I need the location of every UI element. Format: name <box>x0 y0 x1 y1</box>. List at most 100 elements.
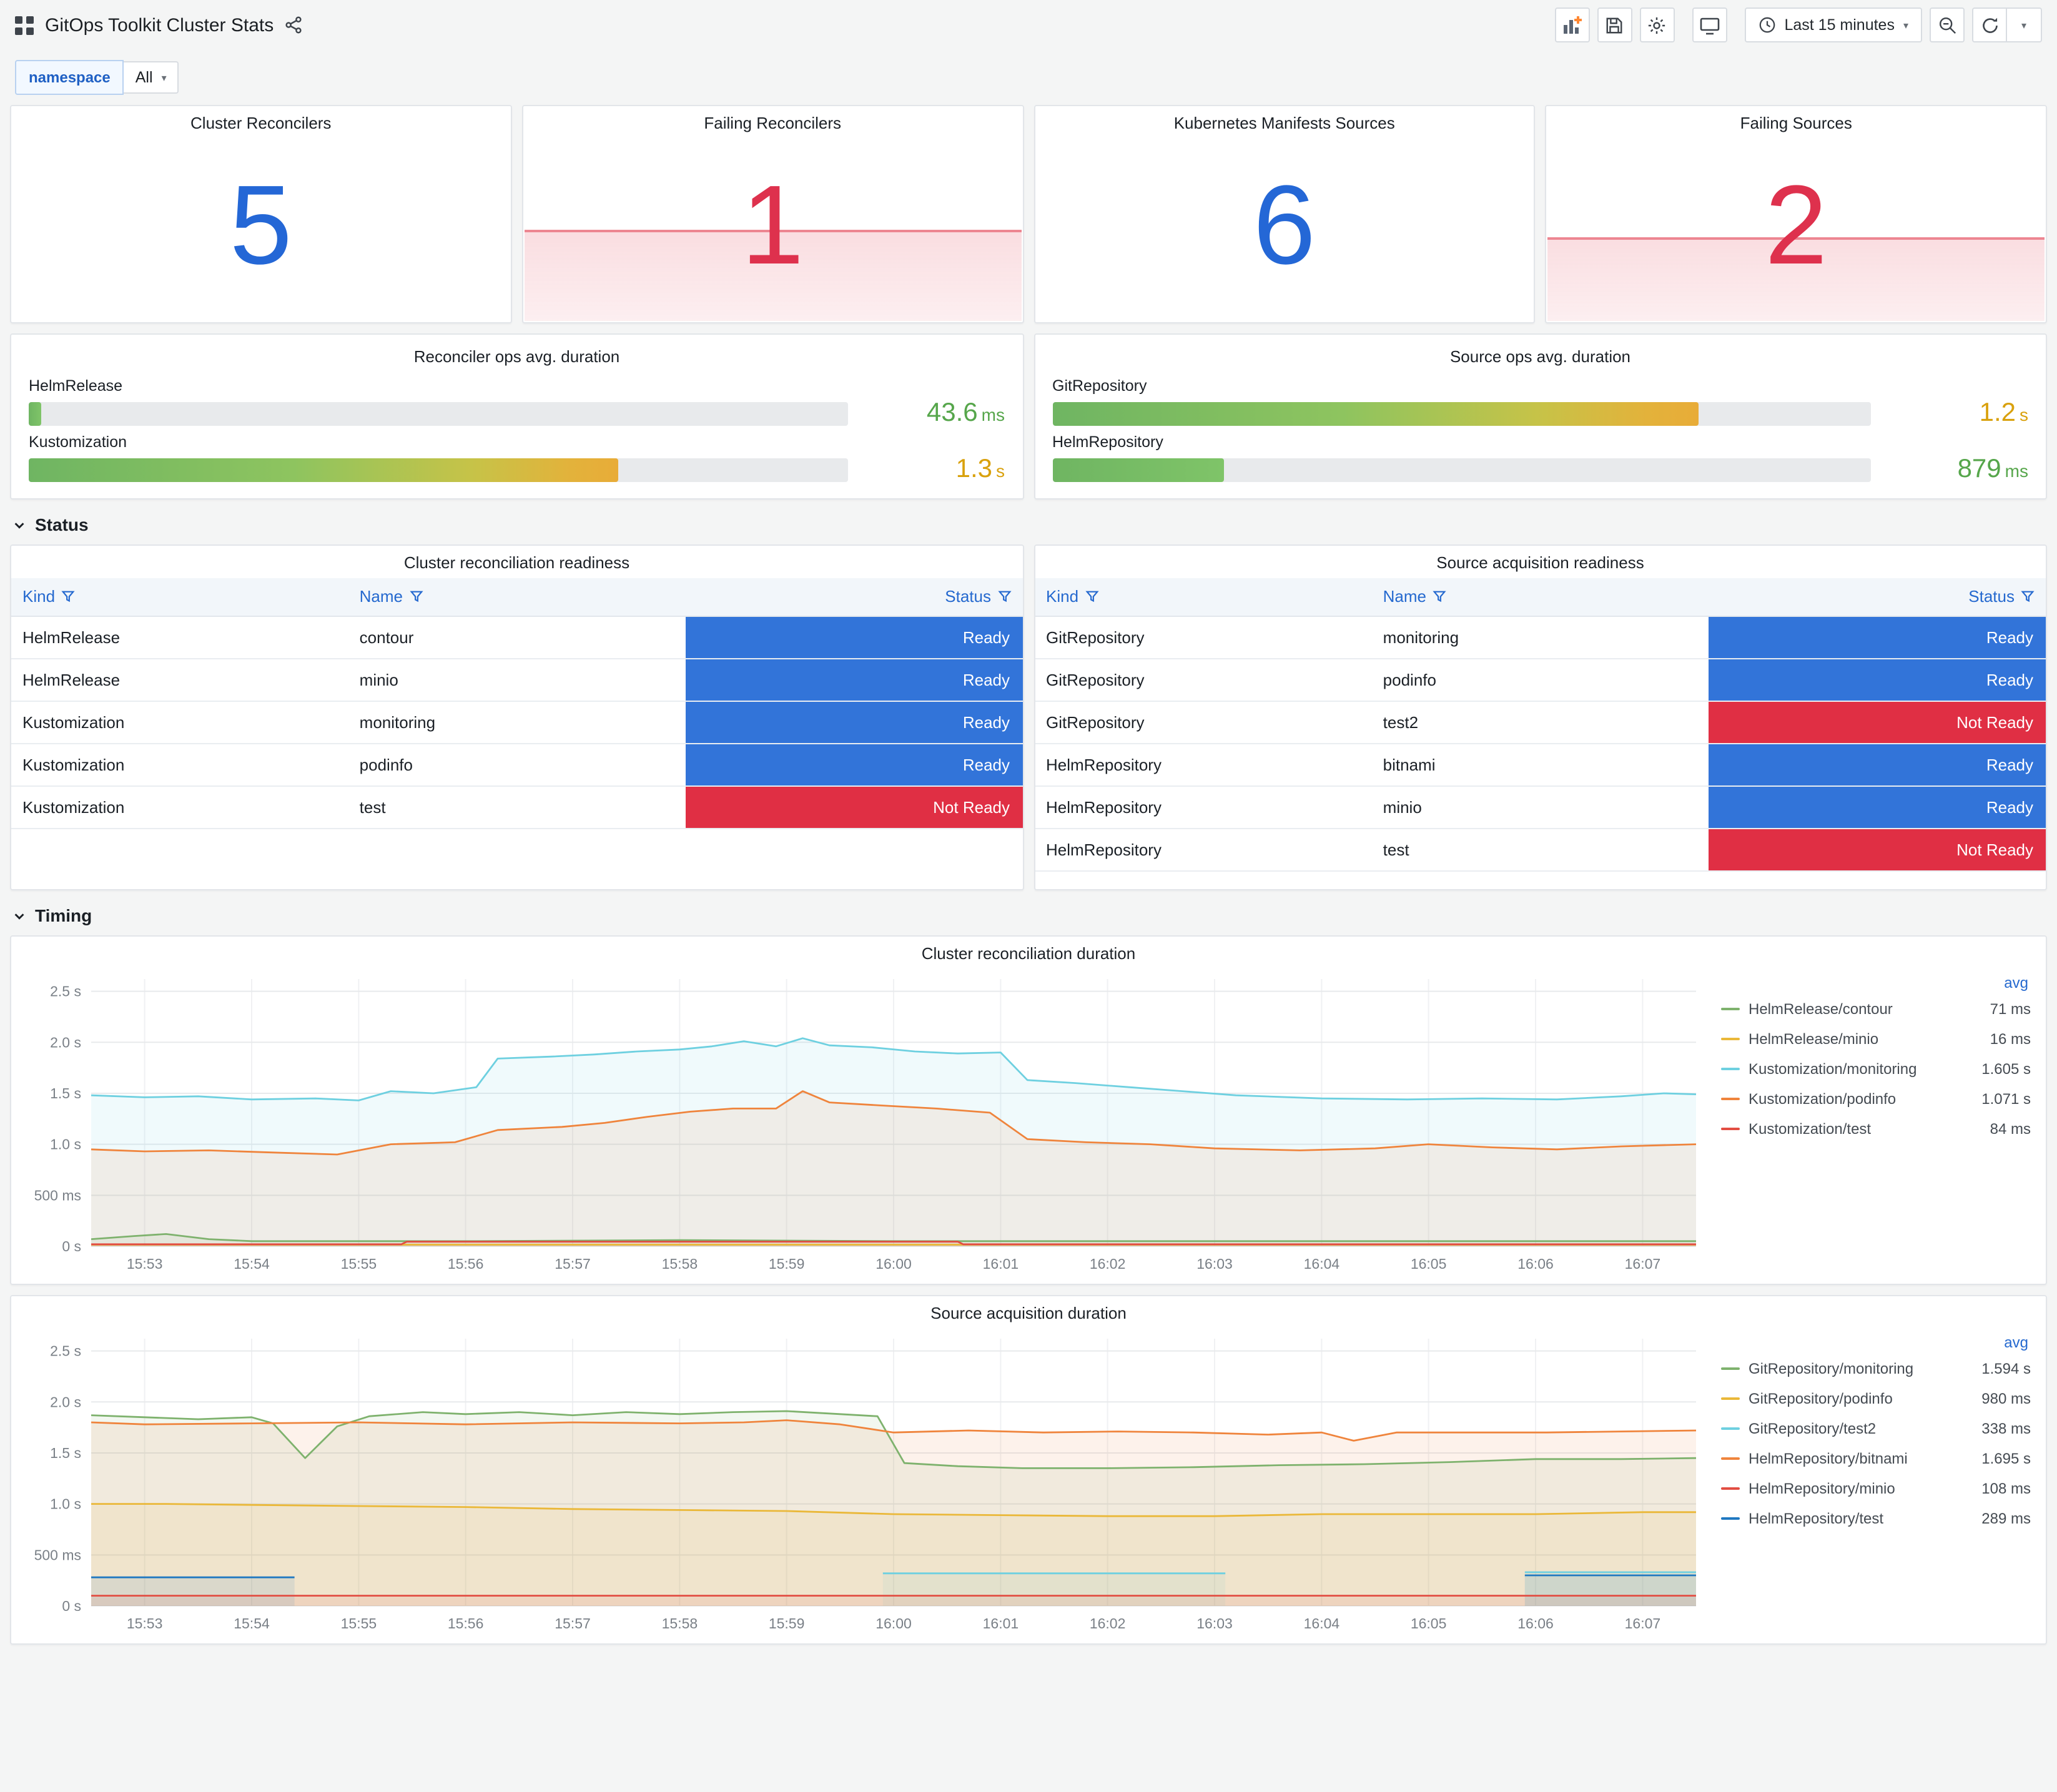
filter-funnel-icon[interactable] <box>409 590 423 604</box>
section-status[interactable]: Status <box>10 510 2047 534</box>
section-timing-label: Timing <box>35 905 92 925</box>
gauge-fill <box>29 401 42 425</box>
svg-text:15:57: 15:57 <box>555 1256 591 1272</box>
stat-value: 5 <box>229 163 292 288</box>
svg-text:15:58: 15:58 <box>662 1615 698 1632</box>
svg-text:15:58: 15:58 <box>662 1256 698 1272</box>
dashboard-settings-button[interactable] <box>1639 7 1675 42</box>
gauge-value: 1.2 s <box>1888 398 2028 428</box>
time-range-picker[interactable]: Last 15 minutes ▾ <box>1744 7 1922 42</box>
filter-funnel-icon[interactable] <box>997 590 1011 604</box>
column-header-kind[interactable]: Kind <box>11 578 348 616</box>
legend-item[interactable]: Kustomization/podinfo 1.071 s <box>1721 1084 2031 1114</box>
legend-series-swatch <box>1721 1427 1740 1430</box>
refresh-button[interactable] <box>1972 7 2007 42</box>
legend-item[interactable]: Kustomization/monitoring 1.605 s <box>1721 1054 2031 1084</box>
cell-name: bitnami <box>1383 755 1436 774</box>
refresh-interval-dropdown[interactable]: ▾ <box>2007 7 2042 42</box>
legend-item[interactable]: GitRepository/monitoring 1.594 s <box>1721 1354 2031 1384</box>
cell-name: podinfo <box>1383 670 1436 689</box>
legend-series-swatch <box>1721 1008 1740 1010</box>
cell-kind: Kustomization <box>22 712 125 731</box>
legend-item[interactable]: HelmRepository/test 289 ms <box>1721 1504 2031 1534</box>
time-series-panel: Cluster reconciliation duration 0 s 500 ms… <box>10 935 2047 1285</box>
legend-series-name: GitRepository/test2 <box>1749 1420 1877 1437</box>
legend-series-avg: 1.071 s <box>1981 1090 2031 1108</box>
zoom-out-time-button[interactable] <box>1930 7 1965 42</box>
filter-funnel-icon[interactable] <box>1085 590 1098 604</box>
chevron-down-icon <box>14 913 24 919</box>
legend-item[interactable]: HelmRelease/minio 16 ms <box>1721 1024 2031 1054</box>
legend-series-avg: 84 ms <box>1990 1120 2031 1138</box>
legend-item[interactable]: HelmRepository/bitnami 1.695 s <box>1721 1444 2031 1474</box>
legend-item[interactable]: GitRepository/test2 338 ms <box>1721 1414 2031 1444</box>
gauge-track <box>1052 401 1871 425</box>
panel-title[interactable]: Cluster reconciliation readiness <box>11 546 1022 578</box>
refresh-icon <box>1982 17 1997 32</box>
svg-text:15:59: 15:59 <box>769 1256 805 1272</box>
variable-namespace-value[interactable]: All ▾ <box>124 61 179 94</box>
share-icon[interactable] <box>285 16 302 34</box>
legend-series-name: Kustomization/test <box>1749 1120 1872 1138</box>
cycle-view-button[interactable] <box>1692 7 1727 42</box>
legend-item[interactable]: HelmRepository/minio 108 ms <box>1721 1474 2031 1504</box>
column-header-label: Name <box>1383 587 1427 606</box>
stats-row: Cluster Reconcilers 5 Failing Reconcilers 1… <box>10 105 2047 323</box>
add-panel-icon <box>1563 16 1582 34</box>
save-icon <box>1607 17 1622 33</box>
cell-kind: Kustomization <box>22 755 125 774</box>
legend-series-avg: 338 ms <box>1981 1420 2031 1437</box>
cell-kind: Kustomization <box>22 797 125 816</box>
save-dashboard-button[interactable] <box>1597 7 1632 42</box>
dashboards-grid-icon[interactable] <box>15 16 34 34</box>
legend-series-name: Kustomization/monitoring <box>1749 1060 1917 1078</box>
column-header-name[interactable]: Name <box>1371 578 1709 616</box>
panel-title[interactable]: Source acquisition duration <box>11 1296 2046 1329</box>
column-header-name[interactable]: Name <box>348 578 686 616</box>
add-panel-button[interactable] <box>1554 7 1590 42</box>
table-panel: Cluster reconciliation readiness Kind Name… <box>10 544 1024 890</box>
gauge-track <box>29 401 847 425</box>
svg-text:1.0 s: 1.0 s <box>50 1136 81 1153</box>
legend-series-name: HelmRepository/test <box>1749 1510 1884 1527</box>
time-series-plot[interactable]: 0 s 500 ms 1.0 s 1.5 s 2.0 s 2.5 s 15:53 15:54 1… <box>21 1329 1714 1636</box>
cell-name: monitoring <box>1383 628 1459 646</box>
panel-title[interactable]: Cluster reconciliation duration <box>11 937 2046 969</box>
svg-text:16:02: 16:02 <box>1090 1256 1126 1272</box>
legend-item[interactable]: Kustomization/test 84 ms <box>1721 1114 2031 1144</box>
section-timing[interactable]: Timing <box>10 900 2047 925</box>
time-range-label: Last 15 minutes <box>1784 16 1895 34</box>
svg-text:16:06: 16:06 <box>1517 1256 1554 1272</box>
filter-funnel-icon[interactable] <box>2021 590 2035 604</box>
status-badge: Ready <box>685 744 1022 785</box>
cell-kind: GitRepository <box>1046 712 1145 731</box>
svg-text:2.0 s: 2.0 s <box>50 1394 81 1410</box>
panel-title[interactable]: Source acquisition readiness <box>1035 546 2046 578</box>
legend-series-avg: 1.594 s <box>1981 1360 2031 1377</box>
panel-title[interactable]: Source ops avg. duration <box>1052 340 2028 372</box>
table-row: GitRepository podinfo Ready <box>1035 658 2046 701</box>
table-header-row: Kind Name Status <box>1035 578 2046 616</box>
column-header-label: Status <box>1968 587 2015 606</box>
column-header-kind[interactable]: Kind <box>1035 578 1372 616</box>
filter-funnel-icon[interactable] <box>1433 590 1446 604</box>
svg-text:16:00: 16:00 <box>876 1256 912 1272</box>
time-series-plot[interactable]: 0 s 500 ms 1.0 s 1.5 s 2.0 s 2.5 s 15:53 15:54 1… <box>21 969 1714 1276</box>
legend-avg-header: avg <box>2004 974 2028 992</box>
stat-panel: Cluster Reconcilers 5 <box>10 105 512 323</box>
panel-title[interactable]: Reconciler ops avg. duration <box>29 340 1005 372</box>
column-header-label: Kind <box>1046 587 1079 606</box>
cell-name: test <box>359 797 386 816</box>
chart-legend: avg GitRepository/monitoring 1.594 s GitRep… <box>1721 1329 2031 1638</box>
column-header-status[interactable]: Status <box>1709 578 2046 616</box>
filter-funnel-icon[interactable] <box>61 590 75 604</box>
variable-namespace-label[interactable]: namespace <box>15 60 124 95</box>
legend-item[interactable]: HelmRelease/contour 71 ms <box>1721 994 2031 1024</box>
variable-namespace-selected: All <box>135 69 153 86</box>
column-header-status[interactable]: Status <box>685 578 1022 616</box>
time-series-panel: Source acquisition duration 0 s 500 ms 1.0 … <box>10 1295 2047 1645</box>
gauge-row: HelmRepository 879 ms <box>1052 433 2028 485</box>
legend-series-avg: 16 ms <box>1990 1030 2031 1048</box>
legend-item[interactable]: GitRepository/podinfo 980 ms <box>1721 1384 2031 1414</box>
stat-value: 1 <box>741 163 804 288</box>
